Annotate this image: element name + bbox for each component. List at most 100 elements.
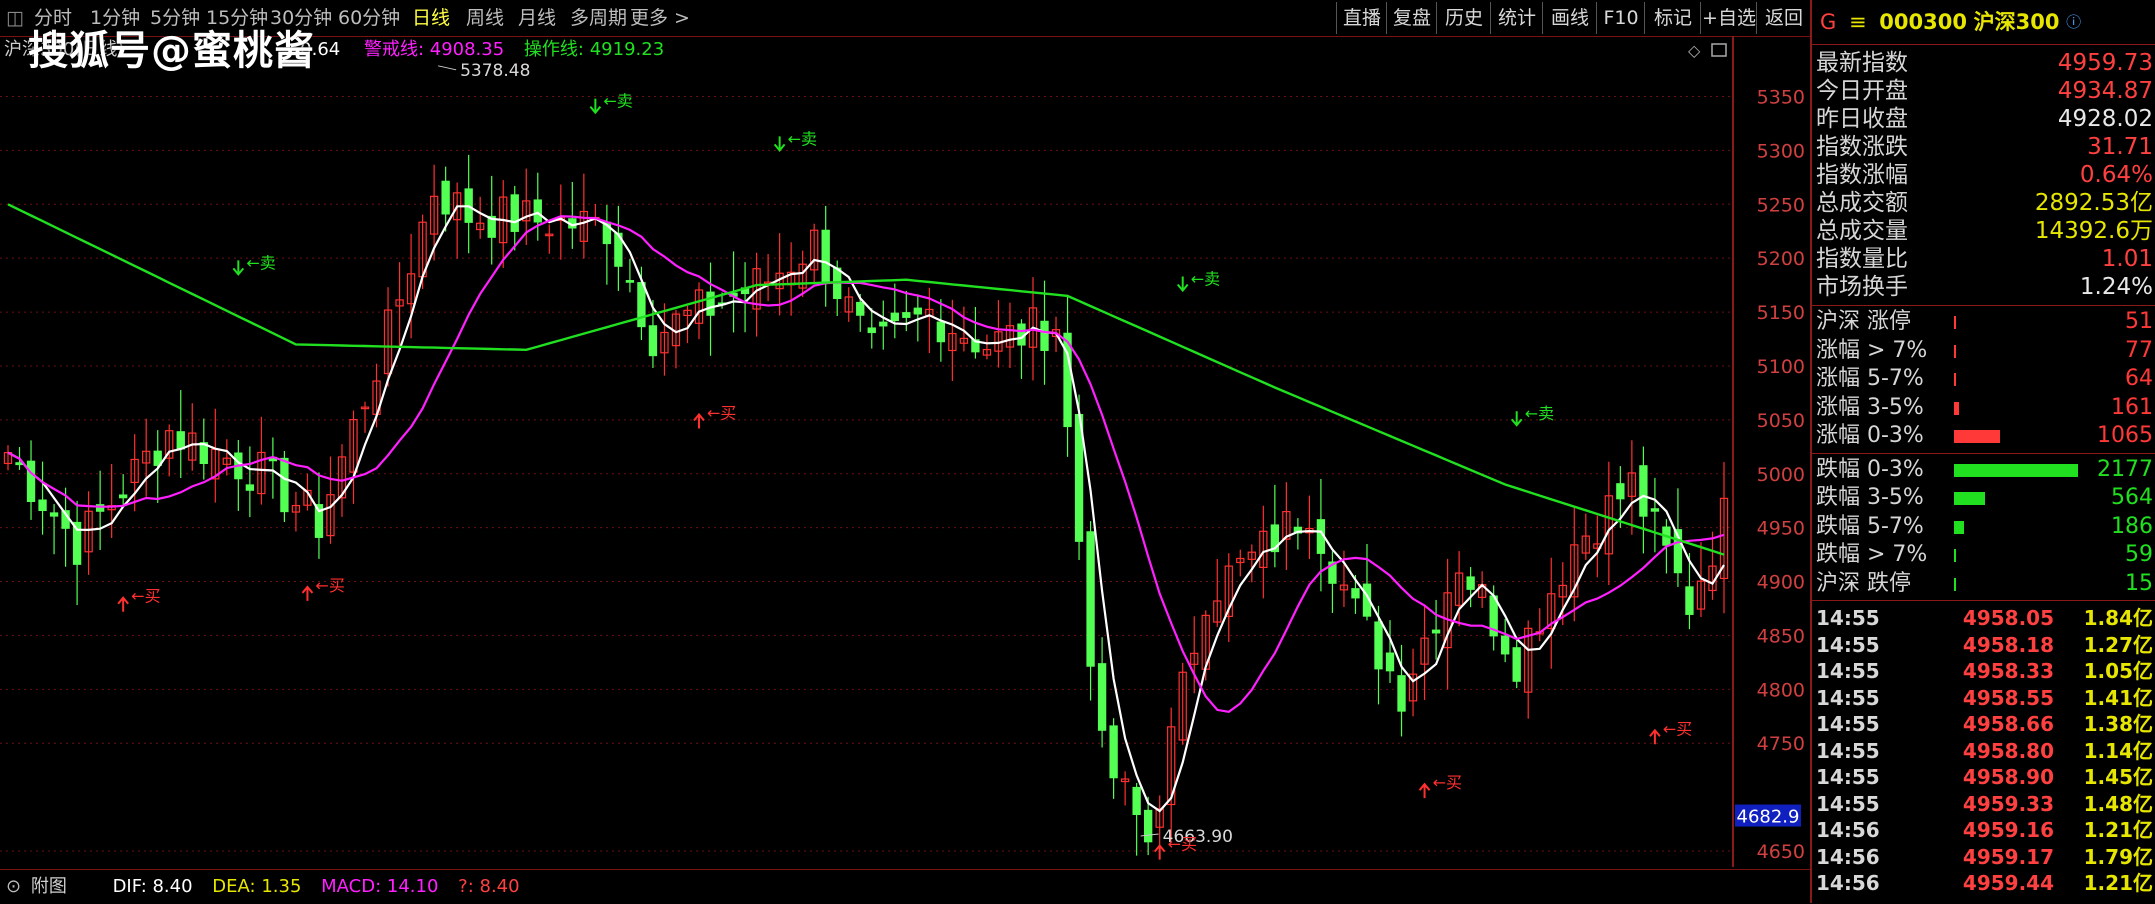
toolbar-button-1[interactable]: 复盘 <box>1386 2 1437 34</box>
tick-time: 14:55 <box>1816 606 1880 630</box>
candle-down <box>902 312 911 318</box>
breakdown-label: 跌幅 5-7% <box>1816 513 1924 539</box>
tick-vol: 1.41亿 <box>2083 685 2153 710</box>
y-tick-label: 5300 <box>1757 140 1805 162</box>
y-tick-label: 5150 <box>1757 302 1805 324</box>
breakdown-row: 跌幅 5-7% 186 <box>1812 513 2155 542</box>
y-tick-label: 5100 <box>1757 356 1805 378</box>
candle-down <box>648 325 658 357</box>
buy-signal-label: ←买 <box>315 576 344 595</box>
tick-time: 14:55 <box>1816 765 1880 789</box>
stat-label: 指数涨幅 <box>1816 162 1908 188</box>
breakdown-bar <box>1954 401 1959 415</box>
candle-down <box>510 194 519 232</box>
period-tab-8[interactable]: 月线 <box>518 0 556 36</box>
breakdown-count: 564 <box>2111 485 2153 510</box>
breakdown-bar <box>1954 344 1956 358</box>
tick-row: 14:56 4959.44 1.21亿 <box>1812 870 2155 897</box>
stat-row: 指数涨跌 31.71 <box>1812 133 2155 161</box>
info-icon[interactable]: ⓘ <box>2066 13 2081 31</box>
candle-down <box>821 229 830 284</box>
tick-price: 4958.66 <box>1962 712 2054 736</box>
candle-down <box>1109 725 1118 779</box>
toolbar-button-7[interactable]: +自选 <box>1700 2 1757 34</box>
candle-down <box>867 327 876 334</box>
sell-signal-label: ←卖 <box>603 92 632 111</box>
indicator-label[interactable]: 附图 <box>31 876 67 897</box>
stat-label: 今日开盘 <box>1816 78 1908 104</box>
candle-down <box>1040 320 1049 351</box>
y-tick-label: 4900 <box>1757 572 1805 594</box>
breakdown-count: 186 <box>2111 513 2153 539</box>
sell-arrow-icon <box>1176 276 1189 293</box>
high-annotation-pointer <box>438 65 457 71</box>
breakdown-label: 沪深 跌停 <box>1816 570 1911 596</box>
tick-price: 4959.17 <box>1962 844 2054 869</box>
breakdown-bar <box>1954 492 1985 505</box>
toolbar-button-0[interactable]: 直播 <box>1336 2 1387 34</box>
period-tab-9[interactable]: 多周期 <box>570 0 627 36</box>
period-tab-6[interactable]: 日线 <box>412 0 450 36</box>
candle-down <box>706 291 715 316</box>
stats-section: 最新指数 4959.73 今日开盘 4934.87 昨日收盘 4928.02 指数涨跌 31.… <box>1812 45 2155 306</box>
current-price-label: 4682.9 <box>1737 807 1800 828</box>
breakdown-row: 涨幅 0-3% 1065 <box>1812 422 2155 451</box>
tick-price: 4959.33 <box>1962 791 2054 816</box>
tick-row: 14:55 4958.33 1.05亿 <box>1812 658 2155 685</box>
tick-time: 14:55 <box>1816 632 1880 657</box>
y-tick-label: 5350 <box>1757 87 1805 109</box>
tick-row: 14:55 4959.33 1.48亿 <box>1812 791 2155 818</box>
period-tab-7[interactable]: 周线 <box>466 0 504 36</box>
tick-vol: 1.27亿 <box>2083 632 2153 657</box>
candle-down <box>118 494 128 499</box>
tick-vol: 1.38亿 <box>2083 712 2153 736</box>
stat-label: 指数涨跌 <box>1816 134 1908 160</box>
tick-time: 14:56 <box>1816 818 1880 842</box>
tick-time: 14:55 <box>1816 659 1880 683</box>
window-icon[interactable]: ◫ <box>6 0 24 36</box>
stat-row: 最新指数 4959.73 <box>1812 49 2155 77</box>
y-tick-label: 5050 <box>1757 410 1805 432</box>
ma-short-line <box>7 205 1725 813</box>
breakdown-label: 跌幅 > 7% <box>1816 542 1928 567</box>
toolbar-button-4[interactable]: 画线 <box>1542 2 1597 34</box>
stat-label: 最新指数 <box>1816 50 1908 76</box>
index-name: 沪深300 <box>1973 10 2060 34</box>
index-code: 000300 <box>1879 10 1967 34</box>
sell-arrow-icon <box>589 98 602 115</box>
tick-price: 4958.90 <box>1962 765 2054 789</box>
tick-row: 14:55 4958.90 1.45亿 <box>1812 764 2155 791</box>
candle-down <box>1616 483 1625 500</box>
indicator-toggle-icon[interactable]: ⊙ <box>6 870 21 904</box>
candle-down <box>1501 635 1510 655</box>
menu-icon[interactable]: ≡ <box>1849 10 1867 34</box>
buy-arrow-icon <box>117 596 129 612</box>
tick-row: 14:56 4959.17 1.79亿 <box>1812 844 2155 871</box>
toolbar-button-3[interactable]: 统计 <box>1490 2 1543 34</box>
stat-row: 指数量比 1.01 <box>1812 245 2155 273</box>
candle-down <box>1086 531 1095 667</box>
breakdown-count: 59 <box>2125 542 2153 567</box>
diamond-icon: ◇ <box>1688 41 1701 60</box>
sell-arrow-icon <box>232 260 245 276</box>
period-tab-10[interactable]: 更多 > <box>630 0 690 36</box>
panel-title: G ≡ 000300 沪深300 ⓘ <box>1812 0 2155 45</box>
breakdown-row: 沪深 跌停 15 <box>1812 570 2155 599</box>
breakdown-count: 2177 <box>2097 456 2153 482</box>
panel-title-prefix: G <box>1820 10 1837 34</box>
toolbar-button-5[interactable]: F10 <box>1596 2 1645 34</box>
tick-price: 4958.05 <box>1962 606 2054 630</box>
tick-list: 14:55 4958.05 1.84亿 14:55 4958.18 1.27亿 14:55 4… <box>1812 601 2155 897</box>
toolbar-button-6[interactable]: 标记 <box>1644 2 1701 34</box>
toolbar-button-8[interactable]: 返回 <box>1756 2 1811 34</box>
rise-breakdown: 沪深 涨停 51 涨幅 > 7% 77 涨幅 5-7% 64 涨幅 3-5% 161 涨幅 0-… <box>1812 306 2155 454</box>
tick-vol: 1.14亿 <box>2083 738 2153 763</box>
stat-label: 昨日收盘 <box>1816 106 1908 132</box>
kline-chart[interactable]: 5350 5300 5250 5200 5150 5100 5050 5000 4950 4900… <box>0 36 1810 867</box>
candle-down <box>856 301 865 316</box>
buy-arrow-icon <box>1418 782 1431 799</box>
tick-vol: 1.84亿 <box>2083 606 2153 630</box>
period-tab-5[interactable]: 60分钟 <box>338 0 400 36</box>
toolbar-button-2[interactable]: 历史 <box>1436 2 1491 34</box>
stat-label: 总成交量 <box>1816 218 1908 244</box>
